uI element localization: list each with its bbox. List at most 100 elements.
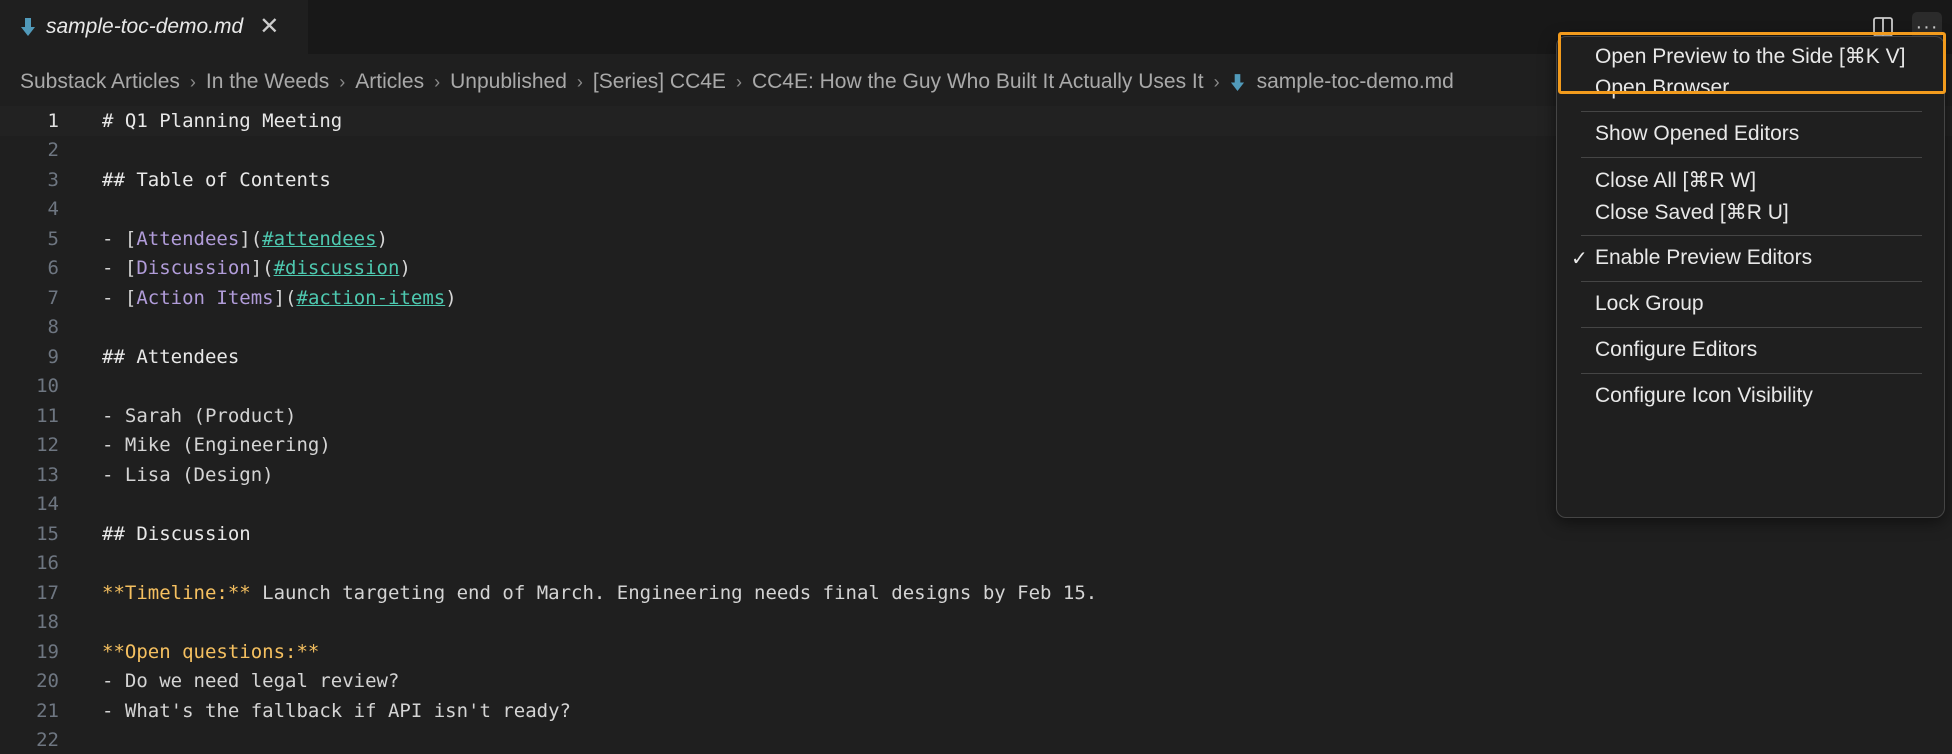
code-token: **Open questions:** — [102, 640, 320, 663]
line-number: 16 — [36, 552, 59, 575]
editor-line[interactable]: 22 — [0, 726, 1952, 754]
code-token: Action Items — [136, 286, 274, 309]
breadcrumb-separator: › — [576, 71, 583, 92]
breadcrumb-item[interactable]: Substack Articles — [20, 70, 180, 94]
line-content: **Open questions:** — [102, 641, 319, 663]
code-token: Discussion — [136, 257, 251, 280]
breadcrumb-item[interactable]: Articles — [355, 70, 424, 94]
code-token: # Q1 Planning Meeting — [102, 109, 343, 132]
line-content: **Timeline:** Launch targeting end of Ma… — [102, 582, 1097, 604]
code-token: - Sarah (Product) — [102, 404, 297, 427]
line-content: - Lisa (Design) — [102, 464, 274, 486]
line-number: 12 — [36, 434, 59, 457]
menu-separator — [1581, 281, 1922, 282]
breadcrumb-item[interactable]: sample-toc-demo.md — [1230, 70, 1454, 94]
menu-item-lock-group[interactable]: Lock Group — [1557, 287, 1946, 321]
code-token: Attendees — [136, 227, 240, 250]
menu-item-label: Configure Editors — [1595, 338, 1758, 361]
editor-line[interactable]: 21 - What's the fallback if API isn't rea… — [0, 696, 1952, 726]
code-token: ]( — [239, 227, 263, 250]
line-number: 1 — [47, 109, 59, 132]
breadcrumb-item[interactable]: Unpublished — [450, 70, 567, 94]
line-number: 15 — [36, 522, 59, 545]
breadcrumb-item[interactable]: [Series] CC4E — [593, 70, 726, 94]
menu-item-label: Lock Group — [1595, 292, 1704, 315]
editor-actions-menu: Open Preview to the Side [⌘K V] Open Brow… — [1556, 36, 1945, 518]
menu-item-close-saved[interactable]: Close Saved [⌘R U] — [1557, 195, 1946, 229]
menu-item-enable-preview-editors[interactable]: ✓ Enable Preview Editors — [1557, 241, 1946, 275]
menu-separator — [1581, 373, 1922, 374]
editor-line[interactable]: 16 — [0, 549, 1952, 579]
line-content: - [Action Items](#action-items) — [102, 287, 457, 309]
breadcrumb-label: sample-toc-demo.md — [1256, 70, 1454, 93]
breadcrumb-item[interactable]: CC4E: How the Guy Who Built It Actually … — [752, 70, 1204, 94]
code-token: ) — [399, 257, 411, 280]
code-token: - [ — [102, 227, 137, 250]
breadcrumb-separator: › — [735, 71, 742, 92]
editor-line[interactable]: 15 ## Discussion — [0, 519, 1952, 549]
code-token: ) — [445, 286, 457, 309]
code-token: ) — [376, 227, 389, 250]
split-editor-icon[interactable] — [1872, 16, 1894, 38]
code-token: Launch targeting end of March. Engineeri… — [250, 581, 1098, 604]
link-anchor[interactable]: #discussion — [274, 257, 400, 279]
code-token: - [ — [102, 286, 137, 309]
breadcrumb-label: In the Weeds — [205, 70, 330, 93]
menu-item-label: Show Opened Editors — [1595, 122, 1800, 145]
menu-item-configure-icon-visibility[interactable]: Configure Icon Visibility — [1557, 379, 1946, 413]
menu-item-open-preview-to-side[interactable]: Open Preview to the Side [⌘K V] — [1557, 39, 1946, 73]
menu-separator — [1581, 235, 1922, 236]
line-number: 10 — [36, 375, 59, 398]
menu-item-open-browser[interactable]: Open Browser — [1557, 71, 1946, 105]
line-number: 7 — [47, 286, 59, 309]
line-content: ## Attendees — [102, 346, 239, 368]
code-token: ]( — [273, 286, 297, 309]
markdown-file-icon — [21, 18, 35, 36]
breadcrumb-label: Substack Articles — [20, 70, 180, 93]
line-content: - Sarah (Product) — [102, 405, 296, 427]
tab-sample-toc-demo[interactable]: sample-toc-demo.md ✕ — [0, 0, 308, 54]
line-number: 21 — [36, 699, 59, 722]
code-token: ]( — [250, 257, 274, 280]
code-token: - Lisa (Design) — [102, 463, 274, 486]
link-anchor[interactable]: #action-items — [297, 287, 446, 309]
line-number: 9 — [47, 345, 59, 368]
editor-window: sample-toc-demo.md ✕ ··· Substack Articl… — [0, 0, 1952, 754]
breadcrumb-label: [Series] CC4E — [592, 70, 726, 93]
menu-item-label: Configure Icon Visibility — [1595, 384, 1813, 407]
breadcrumb-separator: › — [339, 71, 346, 92]
code-token: - Do we need legal review? — [102, 670, 400, 693]
close-icon[interactable]: ✕ — [259, 15, 279, 39]
line-number: 19 — [36, 640, 59, 663]
menu-item-configure-editors[interactable]: Configure Editors — [1557, 333, 1946, 367]
breadcrumb-separator: › — [434, 71, 441, 92]
code-token: - What's the fallback if API isn't ready… — [102, 699, 571, 722]
line-number: 11 — [36, 404, 59, 427]
line-number: 17 — [36, 581, 59, 604]
line-content: - [Attendees](#attendees) — [102, 228, 388, 250]
line-content: # Q1 Planning Meeting — [102, 110, 342, 132]
line-content: - Do we need legal review? — [102, 670, 399, 692]
menu-item-label: Enable Preview Editors — [1595, 246, 1813, 269]
editor-line[interactable]: 19 **Open questions:** — [0, 637, 1952, 667]
line-content: ## Table of Contents — [102, 169, 331, 191]
line-number: 20 — [36, 670, 59, 693]
line-number: 13 — [36, 463, 59, 486]
line-content: - What's the fallback if API isn't ready… — [102, 700, 571, 722]
editor-line[interactable]: 18 — [0, 608, 1952, 638]
tab-label: sample-toc-demo.md — [46, 15, 244, 38]
menu-separator — [1581, 111, 1922, 112]
link-anchor[interactable]: #attendees — [262, 228, 376, 250]
menu-item-label: Open Browser — [1595, 76, 1730, 99]
code-token: ## Discussion — [102, 522, 251, 545]
menu-item-show-opened-editors[interactable]: Show Opened Editors — [1557, 117, 1946, 151]
menu-item-close-all[interactable]: Close All [⌘R W] — [1557, 163, 1946, 197]
breadcrumb-item[interactable]: In the Weeds — [206, 70, 329, 94]
editor-line[interactable]: 20 - Do we need legal review? — [0, 667, 1952, 697]
line-number: 22 — [36, 729, 59, 752]
menu-item-label: Close Saved [⌘R U] — [1595, 200, 1789, 224]
line-number: 6 — [47, 257, 59, 280]
code-token: - Mike (Engineering) — [102, 434, 331, 457]
editor-line[interactable]: 17 **Timeline:** Launch targeting end of … — [0, 578, 1952, 608]
code-token: ## Attendees — [102, 345, 240, 368]
